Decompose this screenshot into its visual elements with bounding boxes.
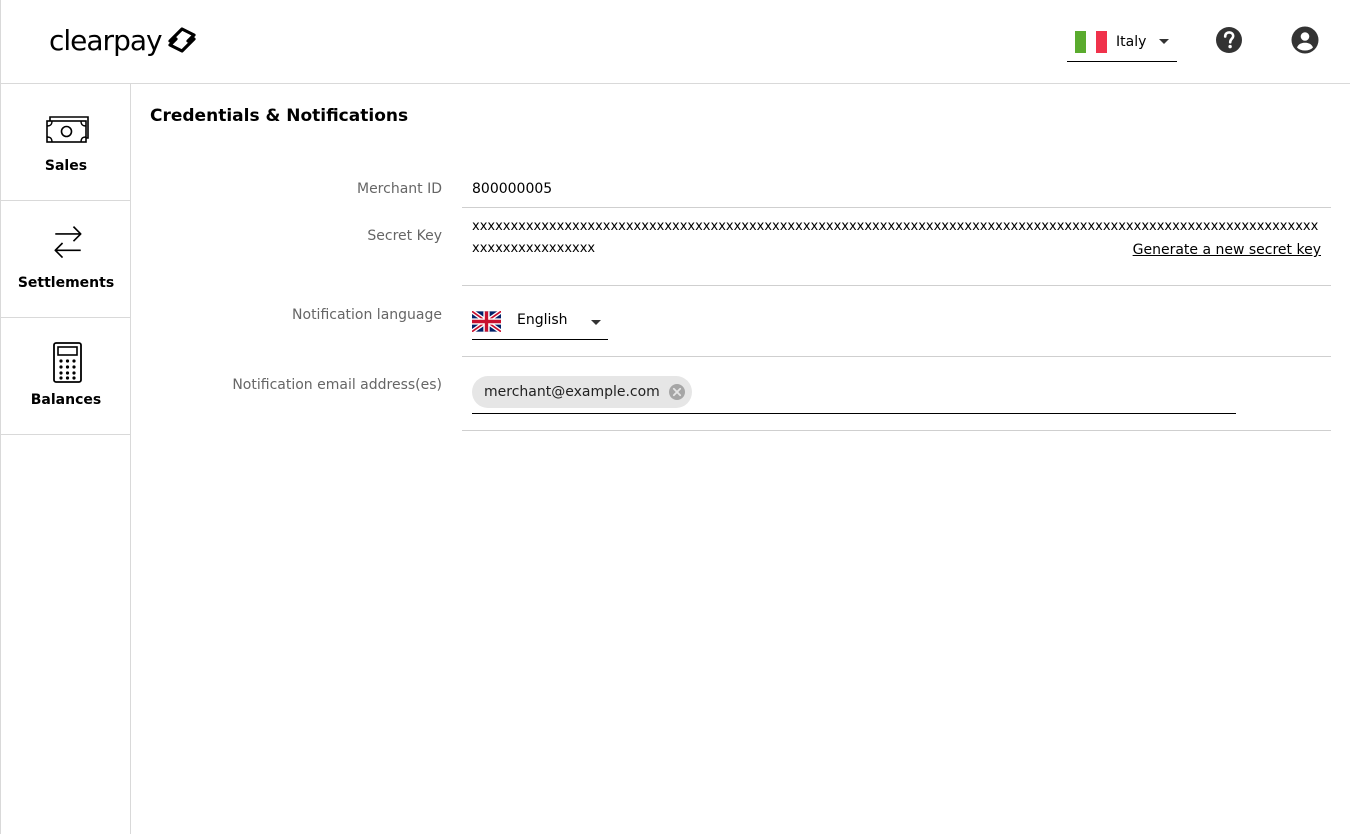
top-header: clearpay Italy	[0, 0, 1350, 84]
chevron-down-icon	[591, 320, 601, 325]
sidebar-item-sales[interactable]: Sales	[1, 84, 131, 201]
generate-secret-key-link[interactable]: Generate a new secret key	[1133, 242, 1321, 258]
account-icon[interactable]	[1291, 26, 1319, 54]
italy-flag-icon	[1075, 30, 1108, 53]
notification-language-select[interactable]: English	[472, 303, 608, 340]
sidebar-item-balances[interactable]: Balances	[1, 318, 131, 435]
country-select[interactable]: Italy	[1067, 22, 1177, 62]
sidebar-item-label: Sales	[44, 158, 88, 174]
notification-email-row: merchant@example.com	[462, 357, 1331, 431]
merchant-id-value: 800000005	[472, 181, 553, 197]
secret-key-label: Secret Key	[367, 228, 442, 244]
chevron-down-icon	[1159, 39, 1169, 44]
notification-email-input[interactable]: merchant@example.com	[472, 376, 1236, 414]
secret-key-row: xxxxxxxxxxxxxxxxxxxxxxxxxxxxxxxxxxxxxxxx…	[462, 208, 1331, 286]
cash-icon	[46, 116, 89, 143]
sidebar-item-settlements[interactable]: Settlements	[1, 201, 131, 318]
notification-language-label: Notification language	[292, 307, 442, 323]
uk-flag-icon	[472, 311, 501, 332]
transfer-arrows-icon	[54, 226, 82, 259]
merchant-id-label: Merchant ID	[356, 181, 442, 197]
country-label: Italy	[1116, 33, 1147, 50]
notification-email-label: Notification email address(es)	[232, 377, 442, 393]
email-chip-label: merchant@example.com	[484, 384, 660, 400]
help-icon[interactable]	[1215, 26, 1243, 54]
notification-language-value: English	[517, 312, 568, 328]
email-chip: merchant@example.com	[472, 376, 692, 408]
logo-arrows-icon	[167, 27, 196, 53]
merchant-id-row: 800000005	[462, 170, 1331, 208]
page-title: Credentials & Notifications	[150, 106, 409, 126]
logo-wordmark: clearpay	[49, 23, 163, 57]
sidebar-item-label: Balances	[30, 392, 102, 408]
sidebar-item-label: Settlements	[17, 275, 115, 291]
clearpay-logo[interactable]: clearpay	[49, 22, 200, 58]
calculator-icon	[53, 342, 82, 383]
remove-chip-icon[interactable]	[668, 383, 686, 401]
sidebar-nav: Sales Settlements Balances	[0, 84, 131, 834]
notification-language-row: English	[462, 286, 1331, 357]
